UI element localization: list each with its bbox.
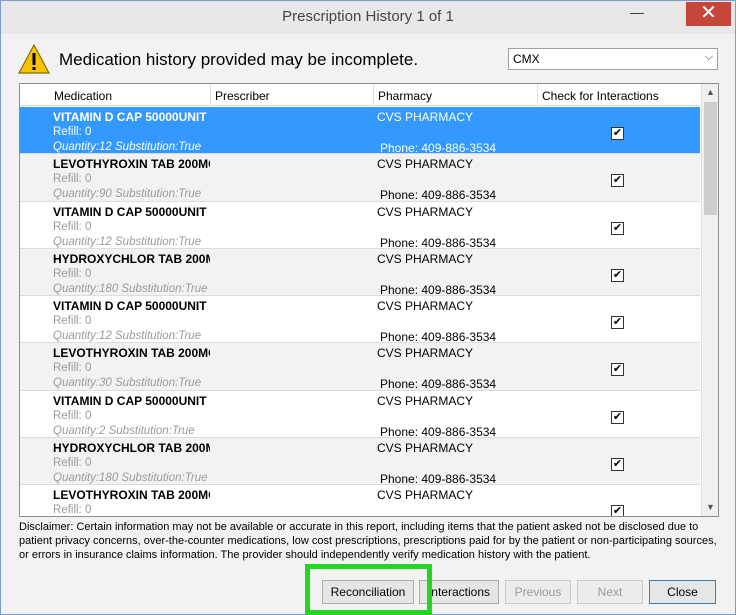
medication-name: LEVOTHYROXIN TAB 200MCG bbox=[53, 346, 210, 361]
pharmacy-phone: Phone: 409-886-3534 bbox=[380, 188, 497, 203]
check-interactions-checkbox[interactable]: ✔ bbox=[611, 410, 624, 424]
table-row[interactable]: VITAMIN D CAP 50000UNIT Refill: 0 Quantity… bbox=[20, 107, 700, 155]
medication-name: VITAMIN D CAP 50000UNIT bbox=[53, 110, 207, 124]
medication-name: VITAMIN D CAP 50000UNIT bbox=[53, 204, 207, 219]
disclaimer-text: Disclaimer: Certain information may not … bbox=[19, 521, 717, 561]
table-row[interactable]: LEVOTHYROXIN TAB 200MCG Refill: 0 Quantity… bbox=[20, 154, 700, 203]
refill-count: Refill: 0 bbox=[53, 457, 92, 470]
pharmacy-name: CVS PHARMACY bbox=[377, 251, 474, 266]
check-interactions-checkbox[interactable]: ✔ bbox=[611, 268, 624, 282]
pharmacy-phone: Phone: 409-886-3534 bbox=[380, 472, 497, 487]
warning-triangle-icon bbox=[18, 44, 50, 74]
pharmacy-name: CVS PHARMACY bbox=[377, 157, 474, 172]
pharmacy-name: CVS PHARMACY bbox=[377, 110, 474, 124]
vertical-scrollbar[interactable]: ▲ ▼ bbox=[701, 84, 718, 516]
refill-count: Refill: 0 bbox=[53, 220, 92, 233]
check-interactions-checkbox[interactable]: ✔ bbox=[611, 458, 624, 472]
check-interactions-checkbox[interactable]: ✔ bbox=[611, 127, 624, 140]
grid-header: Medication Prescriber Pharmacy Check for… bbox=[20, 84, 700, 106]
window-title: Prescription History 1 of 1 bbox=[282, 8, 454, 25]
refill-count: Refill: 0 bbox=[53, 173, 92, 186]
pharmacy-phone: Phone: 409-886-3534 bbox=[380, 330, 497, 345]
minimize-button[interactable]: — bbox=[626, 5, 648, 25]
medication-name: VITAMIN D CAP 50000UNIT bbox=[53, 299, 207, 314]
quantity-substitution: Quantity:12 Substitution:True bbox=[53, 330, 202, 343]
table-row[interactable]: LEVOTHYROXIN TAB 200MCG Refill: 0 CVS PHAR… bbox=[20, 485, 700, 517]
medication-grid: Medication Prescriber Pharmacy Check for… bbox=[19, 83, 719, 517]
quantity-substitution: Quantity:180 Substitution:True bbox=[53, 472, 208, 485]
table-row[interactable]: VITAMIN D CAP 50000UNIT Refill: 0 Quantity… bbox=[20, 296, 700, 345]
grid-rows: VITAMIN D CAP 50000UNIT Refill: 0 Quantity… bbox=[20, 107, 700, 517]
refill-count: Refill: 0 bbox=[53, 267, 92, 280]
quantity-substitution: Quantity:30 Substitution:True bbox=[53, 377, 202, 390]
quantity-substitution: Quantity:12 Substitution:True bbox=[53, 235, 202, 248]
title-bar: Prescription History 1 of 1 — ✕ bbox=[1, 1, 735, 34]
medication-name: HYDROXYCHLOR TAB 200MG bbox=[53, 441, 210, 456]
pharmacy-phone: Phone: 409-886-3534 bbox=[380, 235, 497, 250]
column-header-medication[interactable]: Medication bbox=[50, 84, 211, 106]
pharmacy-name: CVS PHARMACY bbox=[377, 488, 474, 503]
incomplete-history-warning: Medication history provided may be incom… bbox=[59, 50, 419, 69]
quantity-substitution: Quantity:12 Substitution:True bbox=[53, 141, 202, 153]
source-select[interactable]: CMX ⌵ bbox=[508, 48, 718, 70]
medication-name: VITAMIN D CAP 50000UNIT bbox=[53, 393, 207, 408]
table-row[interactable]: LEVOTHYROXIN TAB 200MCG Refill: 0 Quantity… bbox=[20, 343, 700, 392]
table-row[interactable]: VITAMIN D CAP 50000UNIT Refill: 0 Quantity… bbox=[20, 390, 700, 439]
check-interactions-checkbox[interactable]: ✔ bbox=[611, 174, 624, 188]
check-interactions-checkbox[interactable]: ✔ bbox=[611, 221, 624, 235]
check-interactions-checkbox[interactable]: ✔ bbox=[611, 505, 624, 516]
medication-name: LEVOTHYROXIN TAB 200MCG bbox=[53, 157, 210, 172]
quantity-substitution: Quantity:2 Substitution:True bbox=[53, 424, 195, 437]
scroll-up-icon[interactable]: ▲ bbox=[702, 84, 718, 101]
close-button[interactable]: Close bbox=[649, 580, 716, 604]
medication-name: LEVOTHYROXIN TAB 200MCG bbox=[53, 488, 210, 503]
source-select-value: CMX bbox=[513, 52, 540, 66]
refill-count: Refill: 0 bbox=[53, 409, 92, 422]
pharmacy-phone: Phone: 409-886-3534 bbox=[380, 141, 497, 155]
pharmacy-phone: Phone: 409-886-3534 bbox=[380, 377, 497, 392]
previous-button[interactable]: Previous bbox=[505, 580, 571, 604]
column-header-prescriber[interactable]: Prescriber bbox=[211, 84, 374, 106]
window-close-button[interactable]: ✕ bbox=[686, 2, 731, 26]
pharmacy-phone: Phone: 409-886-3534 bbox=[380, 424, 497, 439]
next-button[interactable]: Next bbox=[577, 580, 643, 604]
refill-count: Refill: 0 bbox=[53, 504, 92, 517]
pharmacy-name: CVS PHARMACY bbox=[377, 299, 474, 314]
table-row[interactable]: HYDROXYCHLOR TAB 200MG Refill: 0 Quantity:… bbox=[20, 438, 700, 487]
quantity-substitution: Quantity:90 Substitution:True bbox=[53, 188, 202, 201]
column-header-pharmacy[interactable]: Pharmacy bbox=[374, 84, 538, 106]
pharmacy-name: CVS PHARMACY bbox=[377, 441, 474, 456]
medication-name: HYDROXYCHLOR TAB 200MG bbox=[53, 251, 210, 266]
prescription-history-dialog: Prescription History 1 of 1 — ✕ Medicati… bbox=[0, 0, 736, 615]
reconciliation-button[interactable]: Reconciliation bbox=[322, 580, 414, 604]
refill-count: Refill: 0 bbox=[53, 315, 92, 328]
check-interactions-checkbox[interactable]: ✔ bbox=[611, 363, 624, 377]
scroll-down-icon[interactable]: ▼ bbox=[702, 499, 718, 516]
check-interactions-checkbox[interactable]: ✔ bbox=[611, 316, 624, 330]
refill-count: Refill: 0 bbox=[53, 362, 92, 375]
interactions-button[interactable]: Interactions bbox=[419, 580, 499, 604]
pharmacy-name: CVS PHARMACY bbox=[377, 204, 474, 219]
scrollbar-thumb[interactable] bbox=[704, 102, 717, 215]
column-header-check-interactions[interactable]: Check for Interactions bbox=[538, 84, 700, 106]
table-row[interactable]: HYDROXYCHLOR TAB 200MG Refill: 0 Quantity:… bbox=[20, 248, 700, 297]
pharmacy-name: CVS PHARMACY bbox=[377, 393, 474, 408]
table-row[interactable]: VITAMIN D CAP 50000UNIT Refill: 0 Quantity… bbox=[20, 201, 700, 250]
chevron-down-icon: ⌵ bbox=[704, 51, 713, 63]
refill-count: Refill: 0 bbox=[53, 126, 92, 138]
quantity-substitution: Quantity:180 Substitution:True bbox=[53, 282, 208, 295]
pharmacy-phone: Phone: 409-886-3534 bbox=[380, 282, 497, 297]
pharmacy-name: CVS PHARMACY bbox=[377, 346, 474, 361]
